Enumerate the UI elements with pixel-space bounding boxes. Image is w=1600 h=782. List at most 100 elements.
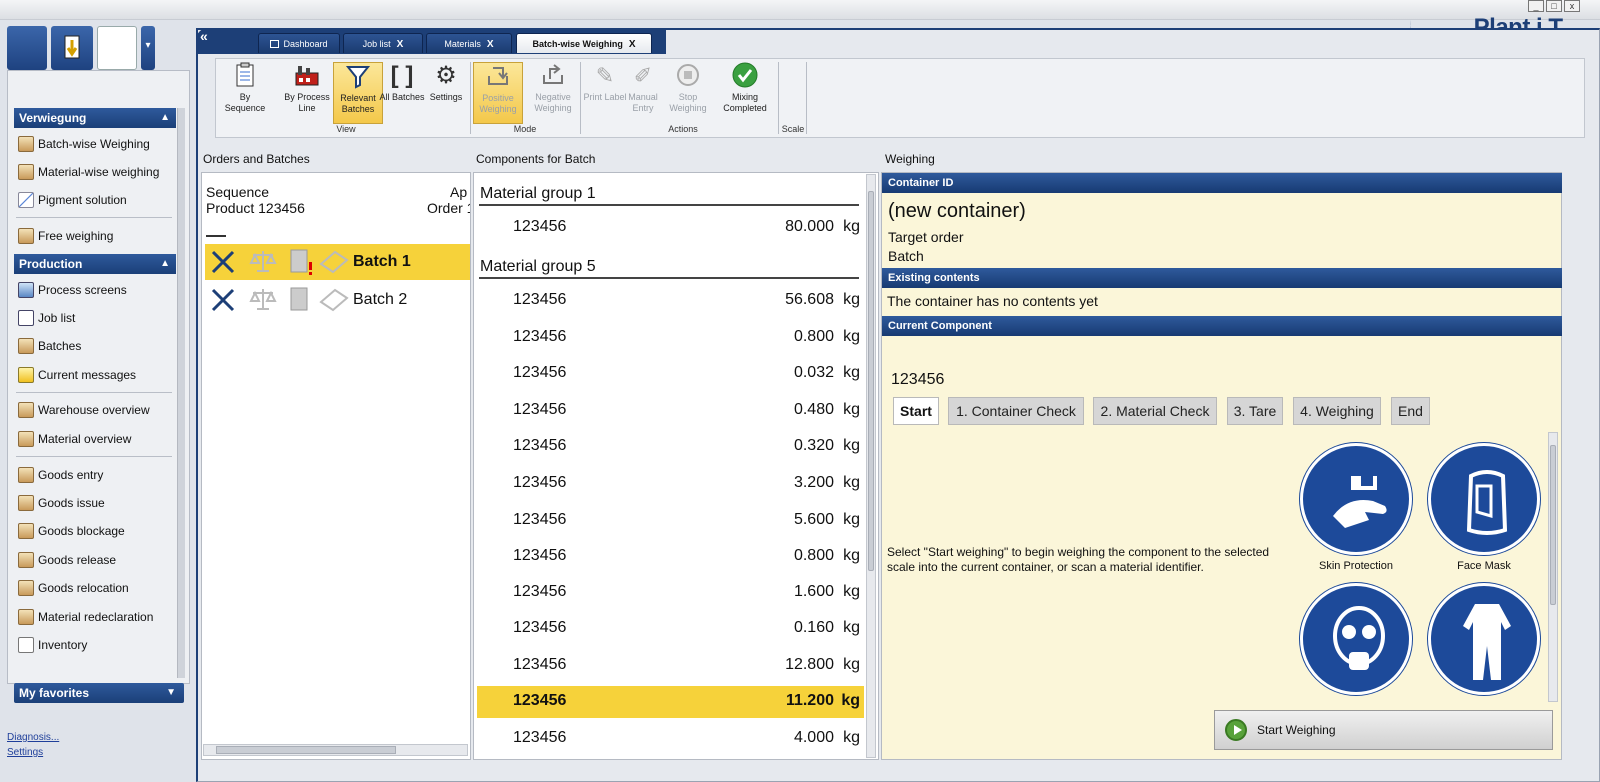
factory-icon: [294, 62, 320, 88]
navigation-scrollbar[interactable]: [177, 108, 185, 678]
orders-hscrollbar[interactable]: [203, 744, 468, 756]
scroll-thumb[interactable]: [216, 746, 396, 754]
component-row-selected[interactable]: 123456 11.200 kg: [477, 686, 864, 718]
component-row[interactable]: 123456 0.800 kg: [477, 541, 864, 573]
nav-item-goods-blockage[interactable]: Goods blockage: [14, 518, 174, 544]
close-window-button[interactable]: x: [1564, 0, 1580, 12]
step-weighing[interactable]: 4. Weighing: [1293, 397, 1381, 425]
scale-pointer-icon: [64, 35, 80, 59]
manual-entry-button[interactable]: ✐ Manual Entry: [618, 62, 668, 124]
warning-icon: [18, 367, 34, 383]
weighing-app-tile[interactable]: [51, 26, 93, 70]
nav-item-inventory[interactable]: Inventory: [14, 632, 174, 658]
nav-item-goods-relocation[interactable]: Goods relocation: [14, 575, 174, 601]
collapse-sidebar-icon[interactable]: «: [200, 28, 208, 44]
nav-item-process-screens[interactable]: Process screens: [14, 277, 174, 303]
gear-icon: ⚙: [435, 61, 457, 89]
batch-row[interactable]: Batch 1: [205, 244, 470, 280]
nav-item-goods-issue[interactable]: Goods issue: [14, 490, 174, 516]
component-row[interactable]: 123456 0.032 kg: [477, 358, 864, 390]
minimize-button[interactable]: _: [1528, 0, 1544, 12]
chevron-up-icon: ▲: [160, 112, 170, 123]
settings-link[interactable]: Settings: [7, 747, 43, 758]
scroll-thumb[interactable]: [868, 191, 874, 571]
nav-item-material-overview[interactable]: Material overview: [14, 426, 174, 452]
scale-alert-icon: [290, 249, 312, 275]
relevant-batches-button[interactable]: Relevant Batches: [333, 62, 383, 124]
balance-icon: [249, 251, 277, 272]
chevron-up-icon: ▲: [160, 258, 170, 269]
left-tile-1[interactable]: [7, 26, 47, 70]
start-weighing-button[interactable]: Start Weighing: [1214, 710, 1553, 750]
step-end[interactable]: End: [1391, 397, 1430, 425]
nav-item-material-wise-weighing[interactable]: Material-wise weighing: [14, 159, 174, 185]
left-tile-menu[interactable]: ▾: [141, 26, 155, 70]
settings-button[interactable]: ⚙ Settings: [421, 62, 471, 124]
tab-batch-wise-weighing[interactable]: Batch-wise Weighing X: [516, 33, 652, 53]
tab-materials[interactable]: Materials X: [426, 33, 512, 53]
components-scrollbar[interactable]: [866, 174, 876, 758]
component-row[interactable]: 123456 0.320 kg: [477, 431, 864, 463]
all-batches-button[interactable]: [ ] All Batches: [377, 62, 427, 124]
component-row[interactable]: 123456 12.800 kg: [477, 650, 864, 682]
ribbon-group-view: View: [336, 124, 356, 134]
component-row[interactable]: 123456 3.200 kg: [477, 468, 864, 500]
skin-protection-label: Skin Protection: [1319, 560, 1393, 572]
mixing-completed-button[interactable]: Mixing Completed: [720, 62, 770, 124]
component-row[interactable]: 123456 0.480 kg: [477, 395, 864, 427]
material-group-title: Material group 5: [480, 258, 596, 275]
negative-weighing-icon: [540, 62, 566, 88]
close-icon[interactable]: X: [397, 39, 404, 50]
positive-weighing-button[interactable]: Positive Weighing: [473, 62, 523, 124]
nav-item-batches[interactable]: Batches: [14, 333, 174, 359]
nav-item-batch-wise-weighing[interactable]: Batch-wise Weighing: [14, 131, 174, 157]
close-icon[interactable]: X: [629, 39, 636, 50]
component-row[interactable]: 123456 80.000 kg: [477, 212, 864, 244]
scroll-thumb[interactable]: [1550, 445, 1556, 605]
tab-dashboard[interactable]: Dashboard: [258, 33, 340, 53]
tab-job-list[interactable]: Job list X: [343, 33, 423, 53]
step-material-check[interactable]: 2. Material Check: [1093, 397, 1217, 425]
nav-item-goods-release[interactable]: Goods release: [14, 547, 174, 573]
negative-weighing-button[interactable]: Negative Weighing: [528, 62, 578, 124]
ribbon-group-mode: Mode: [513, 124, 537, 134]
label-tag-icon: [319, 250, 349, 274]
nav-group-verwiegung[interactable]: Verwiegung ▲: [14, 108, 176, 128]
component-row[interactable]: 123456 4.000 kg: [477, 723, 864, 755]
step-container-check[interactable]: 1. Container Check: [948, 397, 1084, 425]
nav-item-goods-entry[interactable]: Goods entry: [14, 462, 174, 488]
dashboard-icon: [270, 40, 280, 48]
stop-weighing-button[interactable]: Stop Weighing: [663, 62, 713, 124]
component-row[interactable]: 123456 56.608 kg: [477, 285, 864, 317]
close-icon[interactable]: X: [487, 39, 494, 50]
nav-item-job-list[interactable]: Job list: [14, 305, 174, 331]
nav-item-pigment-solution[interactable]: Pigment solution: [14, 187, 174, 213]
group-divider: [479, 277, 859, 279]
batch-row[interactable]: Batch 2: [205, 282, 470, 318]
pipette-icon: [18, 192, 34, 208]
component-row[interactable]: 123456 5.600 kg: [477, 505, 864, 537]
nav-item-material-redeclaration[interactable]: Material redeclaration: [14, 604, 174, 630]
nav-item-free-weighing[interactable]: Free weighing: [14, 223, 174, 249]
nav-item-current-messages[interactable]: Current messages: [14, 362, 174, 388]
my-favorites-dropdown[interactable]: My favorites ▼: [14, 683, 184, 703]
nav-group-production[interactable]: Production ▲: [14, 254, 176, 274]
left-tile-3[interactable]: [97, 26, 137, 70]
weighing-scrollbar[interactable]: [1548, 432, 1558, 702]
material-group-title: Material group 1: [480, 185, 596, 202]
nav-item-warehouse-overview[interactable]: Warehouse overview: [14, 397, 174, 423]
mixing-tools-icon: [211, 250, 235, 274]
clipboard-icon: [232, 62, 258, 88]
by-process-line-button[interactable]: By Process Line: [282, 62, 332, 124]
component-row[interactable]: 123456 0.800 kg: [477, 322, 864, 354]
by-sequence-button[interactable]: By Sequence: [220, 62, 270, 124]
weighing-title: Weighing: [885, 152, 935, 166]
diagnosis-link[interactable]: Diagnosis...: [7, 732, 59, 743]
step-tare[interactable]: 3. Tare: [1227, 397, 1283, 425]
component-row[interactable]: 123456 0.160 kg: [477, 613, 864, 645]
step-start[interactable]: Start: [893, 397, 939, 425]
nav-separator: [16, 456, 172, 457]
component-row[interactable]: 123456 1.600 kg: [477, 577, 864, 609]
container-name: (new container): [888, 200, 1026, 222]
maximize-button[interactable]: □: [1546, 0, 1562, 12]
